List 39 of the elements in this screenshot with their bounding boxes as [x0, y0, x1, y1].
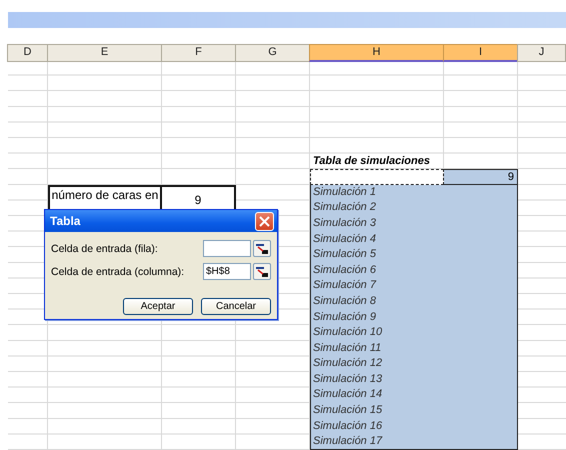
- column-header[interactable]: F: [161, 44, 236, 62]
- collapse-icon: [256, 244, 268, 254]
- table-cell-text: Simulación 5: [312, 247, 377, 262]
- column-header[interactable]: I: [443, 44, 518, 62]
- table-cell-text: Simulación 7: [312, 278, 378, 294]
- input-field[interactable]: [203, 240, 251, 257]
- dialog-title: Tabla: [50, 214, 80, 228]
- dialog-button[interactable]: Aceptar: [123, 298, 193, 315]
- table-cell-text: Simulación 8: [312, 294, 377, 309]
- collapse-button[interactable]: [253, 263, 271, 280]
- table-cell-text: Simulación 12: [312, 356, 384, 372]
- close-button[interactable]: [255, 212, 274, 230]
- collapse-button[interactable]: [253, 240, 271, 257]
- column-header[interactable]: E: [47, 44, 162, 62]
- table-cell-text: Simulación 9: [312, 310, 377, 324]
- table-cell-text: Simulación 6: [312, 262, 377, 278]
- table-cell: 9: [444, 169, 518, 185]
- table-cell-text: Simulación 3: [312, 216, 377, 231]
- column-header[interactable]: H: [309, 44, 444, 62]
- table-cell-text: Simulación 13: [312, 372, 384, 387]
- collapse-icon: [256, 266, 268, 276]
- table-cell-text: Simulación 10: [312, 325, 384, 340]
- field-label: Celda de entrada (columna):: [51, 266, 186, 278]
- table-title: Tabla de simulaciones: [312, 154, 431, 169]
- column-header[interactable]: D: [7, 44, 48, 62]
- table-cell-text: Simulación 1: [312, 184, 377, 200]
- table-cell-text: Simulación 11: [312, 340, 382, 356]
- table-cell-text: Simulación 17: [312, 434, 384, 450]
- close-icon: [259, 216, 270, 226]
- column-header[interactable]: G: [235, 44, 310, 62]
- input-field[interactable]: $H$8: [203, 263, 251, 280]
- table-cell-text: Simulación 16: [312, 418, 384, 434]
- column-header[interactable]: J: [517, 44, 566, 62]
- table-cell-text: Simulación 15: [312, 403, 384, 418]
- table-cell-text: Simulación 4: [312, 232, 377, 247]
- table-cell-text: Simulación 2: [312, 200, 377, 216]
- dialog-button[interactable]: Cancelar: [201, 298, 271, 315]
- field-label: Celda de entrada (fila):: [51, 242, 159, 254]
- table-cell-text: Simulación 14: [312, 387, 384, 402]
